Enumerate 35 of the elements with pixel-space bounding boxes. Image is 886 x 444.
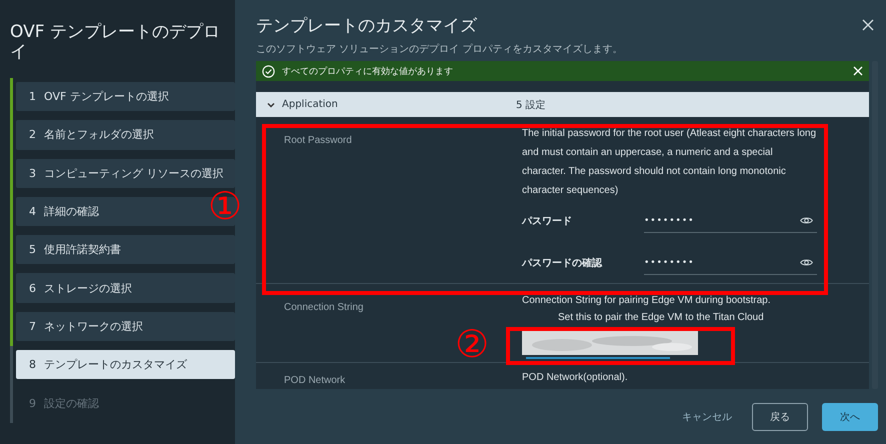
banner-text: すべてのプロパティに有効な値があります bbox=[282, 65, 454, 78]
property-label: Connection String bbox=[284, 302, 364, 313]
section-header[interactable]: Application 5 設定 bbox=[256, 92, 869, 117]
property-description: The initial password for the root user (Atleast eight characters long and must contain an uppercase, a numeric and a special character. The password should not contain long monotonic character sequences) bbox=[522, 127, 817, 198]
password-field[interactable]: •••••••• bbox=[644, 210, 817, 232]
wizard-step[interactable]: 2 名前とフォルダの選択 bbox=[16, 120, 235, 150]
wizard-step[interactable]: 6 ストレージの選択 bbox=[16, 273, 235, 303]
eye-icon[interactable] bbox=[800, 258, 813, 267]
wizard-step[interactable]: 3 コンピューティング リソースの選択 bbox=[16, 158, 235, 188]
property-label: Root Password bbox=[284, 135, 352, 146]
back-button[interactable]: 戻る bbox=[752, 402, 808, 430]
annotation-number: ② bbox=[455, 322, 490, 366]
wizard-step[interactable]: 7 ネットワークの選択 bbox=[16, 312, 235, 342]
wizard-step[interactable]: 1 OVF テンプレートの選択 bbox=[16, 82, 235, 112]
check-circle-icon bbox=[262, 64, 275, 78]
field-label: パスワードの確認 bbox=[522, 256, 604, 270]
cancel-button[interactable]: キャンセル bbox=[676, 402, 738, 430]
page-title: テンプレートのカスタマイズ bbox=[256, 14, 477, 36]
settings-count: 5 設定 bbox=[516, 98, 546, 112]
property-label: POD Network bbox=[284, 375, 346, 386]
section-name: Application bbox=[282, 99, 339, 110]
property-description: POD Network(optional). bbox=[522, 371, 629, 385]
close-icon[interactable] bbox=[862, 19, 874, 31]
password-field[interactable]: •••••••• bbox=[644, 252, 817, 274]
wizard-step[interactable]: 8 テンプレートのカスタマイズ bbox=[16, 350, 235, 380]
eye-icon[interactable] bbox=[800, 216, 813, 225]
next-button[interactable]: 次へ bbox=[822, 402, 878, 430]
property-description: Connection String for pairing Edge VM during bootstrap. bbox=[522, 294, 772, 308]
wizard-step: 9 設定の確認 bbox=[16, 388, 235, 418]
wizard-title: OVF テンプレートのデプロイ bbox=[10, 22, 221, 62]
page-subtitle: このソフトウェア ソリューションのデプロイ プロパティをカスタマイズします。 bbox=[256, 42, 624, 56]
chevron-icon bbox=[267, 100, 275, 108]
property-note: Set this to pair the Edge VM to the Titan Cloud bbox=[557, 311, 765, 325]
wizard-step[interactable]: 5 使用許諾契約書 bbox=[16, 235, 235, 264]
field-label: パスワード bbox=[522, 215, 573, 228]
